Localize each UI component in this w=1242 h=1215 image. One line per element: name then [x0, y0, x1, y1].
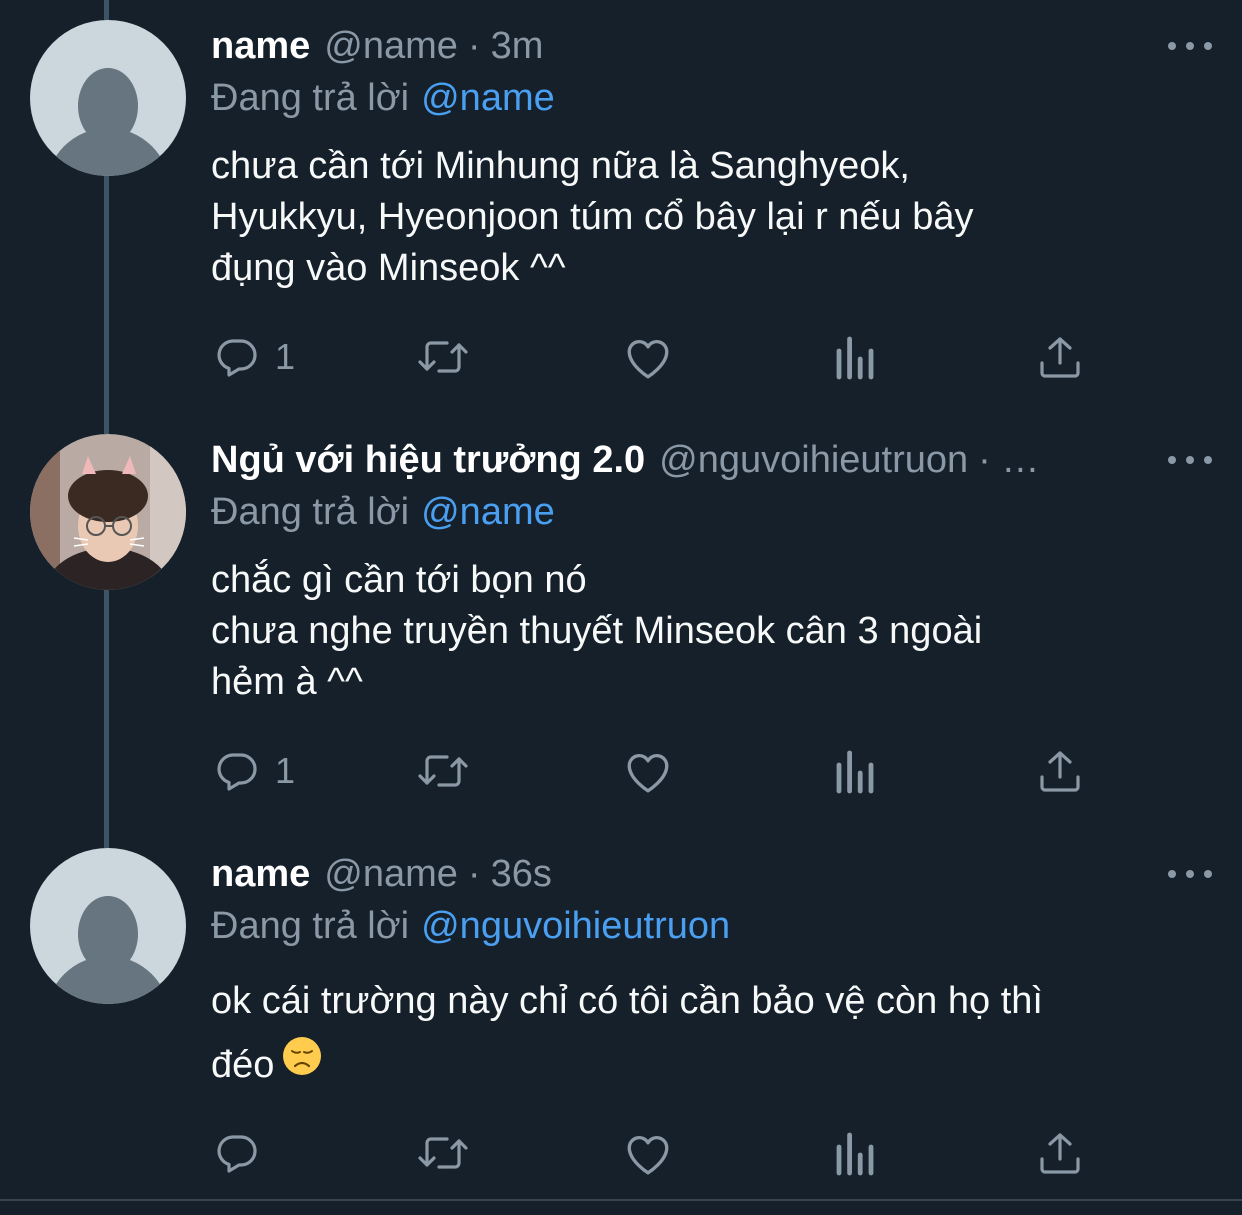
reply-mention-link[interactable]: @name	[421, 491, 555, 533]
like-button[interactable]	[623, 1123, 673, 1183]
share-button[interactable]	[1037, 1123, 1083, 1183]
reply-context: Đang trả lời @name	[211, 73, 555, 123]
thread-view: name @name · 3m Đang trả lời @name chưa c…	[0, 0, 1242, 1215]
analytics-icon	[836, 750, 874, 794]
reply-icon	[217, 753, 257, 791]
tweet-header: Ngủ với hiệu trưởng 2.0 @nguvoihieutruon…	[211, 435, 1049, 485]
retweet-button[interactable]	[415, 327, 471, 387]
tweet-text: chắc gì cần tới bọn nó chưa nghe truyền …	[211, 555, 1211, 708]
share-icon	[1040, 1133, 1080, 1174]
tweet[interactable]: Ngủ với hiệu trưởng 2.0 @nguvoihieutruon…	[0, 414, 1242, 828]
reply-context: Đang trả lời @name	[211, 487, 555, 537]
separator: · …	[978, 439, 1040, 481]
reply-button[interactable]: 1	[213, 327, 295, 387]
tweet-text-line: chưa cần tới Minhung nữa là Sanghyeok,	[211, 145, 910, 187]
tweet-text-line: ok cái trường này chỉ có tôi cần bảo vệ …	[211, 980, 1043, 1022]
like-button[interactable]	[623, 741, 673, 801]
reply-icon	[217, 1135, 257, 1173]
profile-photo	[30, 434, 186, 590]
tweet-text: chưa cần tới Minhung nữa là Sanghyeok, H…	[211, 141, 1211, 294]
tweet-text: ok cái trường này chỉ có tôi cần bảo vệ …	[211, 969, 1211, 1097]
retweet-icon	[418, 755, 468, 787]
share-button[interactable]	[1037, 741, 1083, 801]
reply-context: Đang trả lời @nguvoihieutruon	[211, 901, 730, 951]
timestamp[interactable]: 3m	[491, 21, 544, 71]
action-bar	[211, 1123, 1081, 1183]
reply-icon	[217, 339, 257, 377]
avatar[interactable]	[30, 434, 186, 590]
more-button[interactable]	[1168, 859, 1212, 889]
tweet-text-line: chắc gì cần tới bọn nó	[211, 559, 587, 601]
disappointed-face-emoji	[282, 1032, 322, 1096]
default-avatar-icon	[30, 848, 186, 1004]
more-button[interactable]	[1168, 445, 1212, 475]
reply-prefix: Đang trả lời	[211, 491, 410, 533]
action-bar: 1	[211, 741, 1081, 801]
tweet-text-line: Hyukkyu, Hyeonjoon túm cổ bây lại r nếu …	[211, 196, 974, 238]
heart-icon	[627, 754, 669, 793]
retweet-button[interactable]	[415, 741, 471, 801]
tweet-header: name @name · 36s	[211, 849, 552, 899]
user-handle[interactable]: @name	[324, 849, 458, 899]
share-icon	[1040, 337, 1080, 378]
user-handle[interactable]: @name	[324, 21, 458, 71]
more-icon	[1168, 42, 1176, 50]
heart-icon	[627, 1136, 669, 1175]
tweet-header: name @name · 3m	[211, 21, 543, 71]
divider	[0, 1199, 1242, 1201]
share-button[interactable]	[1037, 327, 1083, 387]
retweet-button[interactable]	[415, 1123, 471, 1183]
reply-count: 1	[275, 336, 296, 377]
more-button[interactable]	[1168, 31, 1212, 61]
default-avatar-icon	[30, 20, 186, 176]
tweet-text-line: hẻm à ^^	[211, 661, 363, 703]
tweet-text-line: chưa nghe truyền thuyết Minseok cân 3 ng…	[211, 610, 983, 652]
like-button[interactable]	[623, 327, 673, 387]
reply-button[interactable]	[213, 1123, 275, 1183]
more-icon	[1168, 456, 1176, 464]
tweet-text-word: đéo	[211, 1044, 275, 1086]
share-icon	[1040, 751, 1080, 792]
reply-prefix: Đang trả lời	[211, 905, 410, 947]
analytics-button[interactable]	[833, 741, 877, 801]
reply-count: 1	[275, 750, 296, 791]
display-name[interactable]: Ngủ với hiệu trưởng 2.0	[211, 435, 645, 485]
tweet-text-line: đụng vào Minseok ^^	[211, 247, 566, 289]
display-name[interactable]: name	[211, 21, 310, 71]
reply-button[interactable]: 1	[213, 741, 295, 801]
heart-icon	[627, 340, 669, 379]
retweet-icon	[418, 341, 468, 373]
separator: ·	[467, 853, 481, 895]
tweet[interactable]: name @name · 36s Đang trả lời @nguvoihieu…	[0, 828, 1242, 1199]
avatar[interactable]	[30, 20, 186, 176]
analytics-button[interactable]	[833, 1123, 877, 1183]
separator: ·	[467, 25, 481, 67]
retweet-icon	[418, 1137, 468, 1169]
reply-prefix: Đang trả lời	[211, 77, 410, 119]
action-bar: 1	[211, 327, 1081, 387]
reply-mention-link[interactable]: @name	[421, 77, 555, 119]
analytics-icon	[836, 1132, 874, 1176]
analytics-button[interactable]	[833, 327, 877, 387]
reply-mention-link[interactable]: @nguvoihieutruon	[421, 905, 730, 947]
tweet[interactable]: name @name · 3m Đang trả lời @name chưa c…	[0, 0, 1242, 414]
avatar[interactable]	[30, 848, 186, 1004]
analytics-icon	[836, 336, 874, 380]
user-handle[interactable]: @nguvoihieutruon	[659, 435, 968, 485]
display-name[interactable]: name	[211, 849, 310, 899]
tweet-text-line: đéo	[211, 1033, 1211, 1097]
more-icon	[1168, 870, 1176, 878]
timestamp[interactable]: 36s	[491, 849, 552, 899]
